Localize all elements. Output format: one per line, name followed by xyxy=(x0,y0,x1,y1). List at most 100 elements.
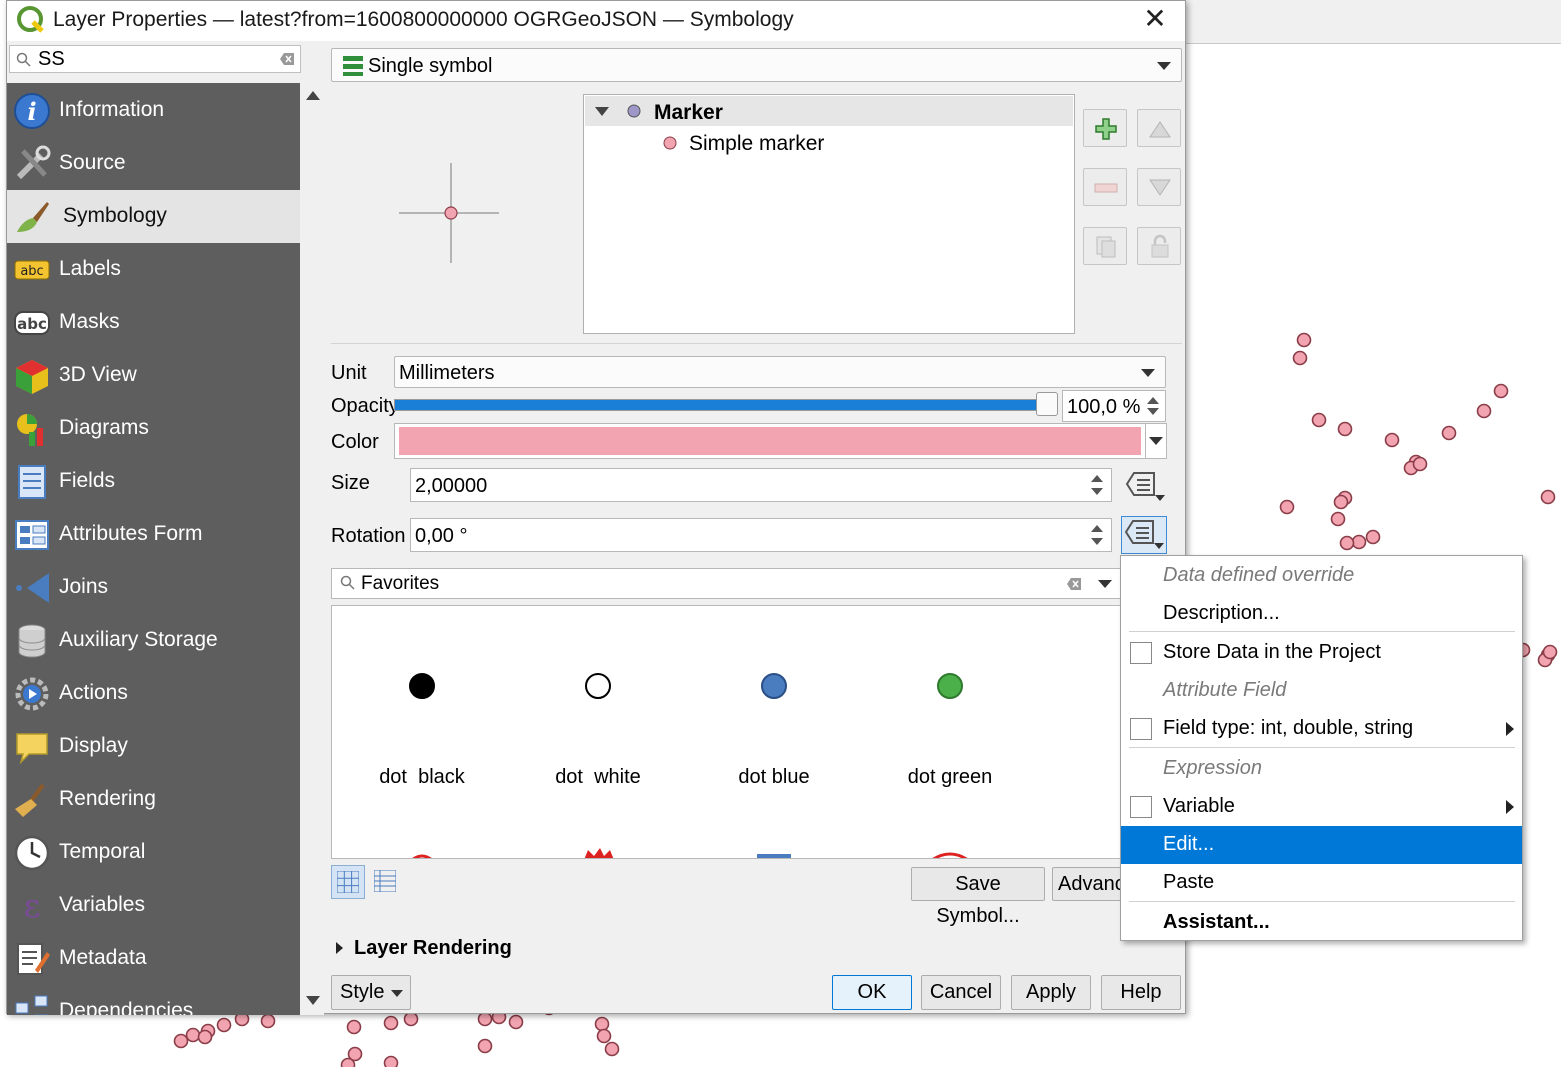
menu-item-store-data[interactable]: Store Data in the Project xyxy=(1121,634,1522,672)
clear-search-icon[interactable] xyxy=(1067,578,1081,590)
chevron-down-icon[interactable] xyxy=(1149,437,1163,445)
actions-gear-icon xyxy=(15,677,49,711)
ok-button[interactable]: OK xyxy=(832,975,912,1010)
sidebar-item-masks[interactable]: abc Masks xyxy=(7,296,300,349)
size-spin-arrows[interactable] xyxy=(1086,469,1108,501)
remove-symbol-layer-button[interactable] xyxy=(1083,168,1127,206)
symbol-preview-dot xyxy=(585,673,611,699)
symbol-item-dot-green[interactable]: dot green xyxy=(868,606,1044,806)
checkbox[interactable] xyxy=(1130,642,1152,664)
checkbox[interactable] xyxy=(1130,796,1152,818)
layer-rendering-header[interactable]: Layer Rendering xyxy=(354,937,512,960)
size-spinbox[interactable]: 2,00000 xyxy=(410,468,1112,502)
symbol-item-dot-black[interactable]: dot black xyxy=(340,606,516,806)
map-point xyxy=(477,1011,493,1027)
unit-select[interactable]: Millimeters xyxy=(394,356,1166,388)
info-icon: i xyxy=(14,93,50,129)
size-label: Size xyxy=(331,472,370,494)
sidebar-item-diagrams[interactable]: Diagrams xyxy=(7,402,300,455)
symbol-item-dot-blue[interactable]: dot blue xyxy=(692,606,868,806)
arrow-up-icon xyxy=(1149,121,1171,138)
sidebar-item-auxiliary-storage[interactable]: Auxiliary Storage xyxy=(7,614,300,667)
chevron-down-icon xyxy=(1157,62,1171,70)
opacity-spin-arrows[interactable] xyxy=(1142,391,1164,421)
sidebar-item-temporal[interactable]: Temporal xyxy=(7,826,300,879)
save-symbol-button[interactable]: Save Symbol... xyxy=(911,867,1045,927)
unit-value: Millimeters xyxy=(399,362,495,384)
rotation-spin-arrows[interactable] xyxy=(1086,519,1108,551)
close-button[interactable]: ✕ xyxy=(1135,3,1175,37)
rotation-spinbox[interactable]: 0,00 ° xyxy=(410,518,1112,552)
sidebar-item-3d-view[interactable]: 3D View xyxy=(7,349,300,402)
sidebar-item-attributes-form[interactable]: Attributes Form xyxy=(7,508,300,561)
sidebar-item-variables[interactable]: ε Variables xyxy=(7,879,300,932)
sidebar-item-label: Variables xyxy=(59,893,145,916)
sidebar-item-dependencies[interactable]: Dependencies xyxy=(7,985,300,1015)
data-defined-size-icon[interactable] xyxy=(1124,470,1168,504)
tree-row-simple-marker[interactable]: Simple marker xyxy=(585,128,1073,158)
map-point xyxy=(1330,511,1346,527)
symbol-preview xyxy=(399,163,499,263)
symbol-item-dot-white[interactable]: dot white xyxy=(516,606,692,806)
dependencies-icon xyxy=(15,995,48,1015)
sidebar-scrollbar[interactable] xyxy=(300,83,324,1015)
move-down-button[interactable] xyxy=(1137,168,1181,206)
sidebar-item-display[interactable]: Display xyxy=(7,720,300,773)
menu-item-assistant[interactable]: Assistant... xyxy=(1121,904,1522,942)
add-symbol-layer-button[interactable] xyxy=(1083,109,1127,147)
map-toolbar-strip xyxy=(1185,0,1561,44)
menu-item-description[interactable]: Description... xyxy=(1121,595,1522,633)
map-point xyxy=(185,1027,201,1043)
sidebar-item-label: Rendering xyxy=(59,787,156,810)
symbol-layer-tree: Marker Simple marker xyxy=(583,94,1075,334)
menu-item-field-type[interactable]: Field type: int, double, string xyxy=(1121,710,1522,748)
help-button[interactable]: Help xyxy=(1101,975,1181,1010)
sidebar-item-actions[interactable]: Actions xyxy=(7,667,300,720)
cancel-button[interactable]: Cancel xyxy=(921,975,1001,1010)
library-search-value: Favorites xyxy=(361,573,440,594)
opacity-slider[interactable] xyxy=(394,399,1058,411)
apply-button[interactable]: Apply xyxy=(1011,975,1091,1010)
arrow-down-icon xyxy=(1149,179,1171,196)
expand-arrow-icon[interactable] xyxy=(336,942,343,954)
map-point xyxy=(1311,412,1327,428)
sidebar-item-information[interactable]: i Information xyxy=(7,84,300,137)
sidebar-item-labels[interactable]: abc Labels xyxy=(7,243,300,296)
sidebar-item-label: Masks xyxy=(59,310,120,333)
sidebar-item-joins[interactable]: Joins xyxy=(7,561,300,614)
sidebar-item-source[interactable]: Source xyxy=(7,137,300,190)
sidebar-item-fields[interactable]: Fields xyxy=(7,455,300,508)
data-defined-rotation-button[interactable] xyxy=(1121,516,1167,554)
style-menu-button[interactable]: Style xyxy=(331,975,411,1010)
sidebar-search-input[interactable]: SS xyxy=(9,45,301,73)
tree-row-marker[interactable]: Marker xyxy=(585,96,1073,126)
chevron-down-icon[interactable] xyxy=(1098,580,1112,588)
renderer-type-select[interactable]: Single symbol xyxy=(331,48,1182,82)
clear-search-icon[interactable] xyxy=(280,53,294,65)
opacity-spinbox[interactable]: 100,0 % xyxy=(1062,390,1166,422)
lock-layer-button[interactable] xyxy=(1137,227,1181,265)
color-button[interactable] xyxy=(394,423,1167,459)
icon-view-button[interactable] xyxy=(331,865,365,899)
sidebar-item-metadata[interactable]: Metadata xyxy=(7,932,300,985)
menu-item-variable[interactable]: Variable xyxy=(1121,788,1522,826)
paintbrush-icon xyxy=(17,202,49,232)
submenu-arrow-icon xyxy=(1506,800,1514,814)
symbol-library-search[interactable]: Favorites xyxy=(331,568,1123,599)
sidebar-item-symbology[interactable]: Symbology xyxy=(7,190,300,243)
opacity-slider-handle[interactable] xyxy=(1036,392,1058,416)
move-up-button[interactable] xyxy=(1137,109,1181,147)
joins-icon xyxy=(16,573,49,603)
scroll-down-icon[interactable] xyxy=(306,996,320,1005)
form-icon xyxy=(15,520,49,550)
collapse-arrow-icon[interactable] xyxy=(595,107,609,116)
menu-item-paste[interactable]: Paste xyxy=(1121,864,1522,902)
sidebar-item-rendering[interactable]: Rendering xyxy=(7,773,300,826)
scroll-up-icon[interactable] xyxy=(306,91,320,100)
menu-item-edit[interactable]: Edit... xyxy=(1121,826,1522,864)
chevron-down-icon xyxy=(391,990,403,997)
data-defined-context-menu: Data defined override Description... Sto… xyxy=(1120,555,1523,941)
duplicate-layer-button[interactable] xyxy=(1083,227,1127,265)
checkbox[interactable] xyxy=(1130,718,1152,740)
list-view-button[interactable] xyxy=(369,865,403,899)
